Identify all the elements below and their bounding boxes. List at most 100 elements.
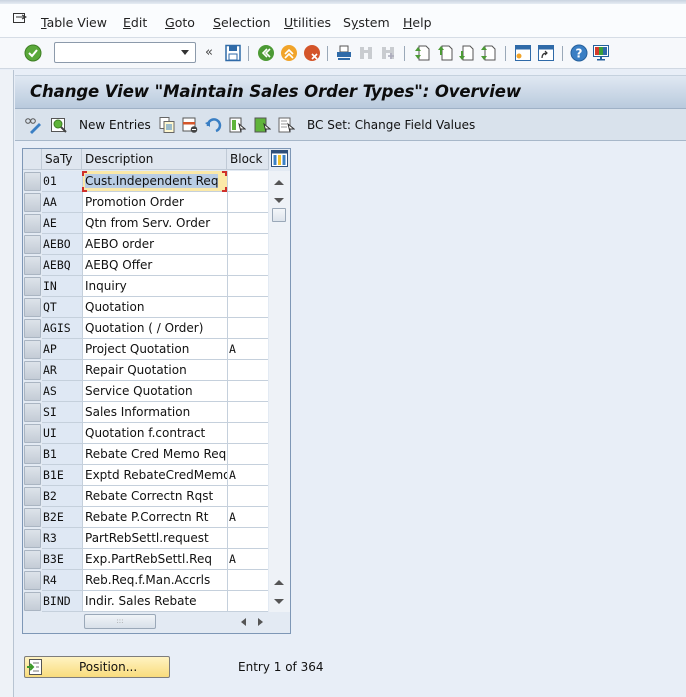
cell-block[interactable]: [227, 171, 268, 192]
cell-description[interactable]: Project Quotation: [82, 339, 227, 360]
menu-goto[interactable]: Goto: [165, 15, 195, 30]
cell-description[interactable]: Quotation ( / Order): [82, 318, 227, 339]
back-icon[interactable]: [257, 44, 275, 62]
cell-description[interactable]: Qtn from Serv. Order: [82, 213, 227, 234]
select-block-icon[interactable]: [253, 116, 271, 134]
select-all-icon[interactable]: [228, 116, 246, 134]
row-selector[interactable]: [24, 298, 41, 317]
cell-saty[interactable]: AS: [42, 381, 82, 402]
column-header-saty[interactable]: SaTy: [42, 149, 82, 170]
cell-saty[interactable]: B1: [42, 444, 82, 465]
cell-saty[interactable]: B3E: [42, 549, 82, 570]
cell-saty[interactable]: R3: [42, 528, 82, 549]
cell-description[interactable]: Quotation: [82, 297, 227, 318]
row-selector[interactable]: [24, 382, 41, 401]
save-icon[interactable]: [224, 44, 242, 62]
column-header-description[interactable]: Description: [82, 149, 227, 170]
cell-description[interactable]: Exp.PartRebSettl.Req: [82, 549, 227, 570]
cell-saty[interactable]: B2E: [42, 507, 82, 528]
cell-block[interactable]: A: [227, 507, 268, 528]
cell-saty[interactable]: 01: [42, 171, 82, 192]
row-selector[interactable]: [24, 172, 41, 191]
horizontal-scrollbar[interactable]: :::: [23, 612, 290, 633]
cell-description[interactable]: Promotion Order: [82, 192, 227, 213]
cell-description[interactable]: Cust.Independent Req: [82, 171, 227, 192]
menu-system[interactable]: System: [343, 15, 390, 30]
undo-change-icon[interactable]: [204, 116, 222, 134]
cell-block[interactable]: A: [227, 465, 268, 486]
row-selector[interactable]: [24, 235, 41, 254]
cell-saty[interactable]: UI: [42, 423, 82, 444]
cell-block[interactable]: [227, 570, 268, 591]
column-header-block[interactable]: Block: [227, 149, 269, 170]
row-selector[interactable]: [24, 193, 41, 212]
cell-description[interactable]: Rebate Cred Memo Req: [82, 444, 227, 465]
cell-block[interactable]: [227, 192, 268, 213]
cell-saty[interactable]: R4: [42, 570, 82, 591]
cancel-icon[interactable]: [303, 44, 321, 62]
new-entries-button[interactable]: New Entries: [79, 118, 151, 132]
collapse-icon[interactable]: «: [205, 45, 213, 60]
cell-block[interactable]: [227, 234, 268, 255]
cell-block[interactable]: [227, 255, 268, 276]
cell-description[interactable]: Rebate Correctn Rqst: [82, 486, 227, 507]
cell-block[interactable]: [227, 360, 268, 381]
cell-description[interactable]: Inquiry: [82, 276, 227, 297]
previous-page-icon[interactable]: [436, 44, 454, 62]
last-page-icon[interactable]: [479, 44, 497, 62]
cell-block[interactable]: A: [227, 549, 268, 570]
cell-saty[interactable]: AE: [42, 213, 82, 234]
row-selector[interactable]: [24, 403, 41, 422]
cell-description[interactable]: AEBQ Offer: [82, 255, 227, 276]
menu-selection[interactable]: Selection: [213, 15, 271, 30]
cell-block[interactable]: [227, 423, 268, 444]
scroll-page-up-icon[interactable]: [274, 580, 284, 585]
exit-icon[interactable]: [280, 44, 298, 62]
row-selector[interactable]: [24, 319, 41, 338]
menu-help[interactable]: Help: [403, 15, 432, 30]
cell-saty[interactable]: IN: [42, 276, 82, 297]
scroll-left-icon[interactable]: [241, 618, 246, 626]
cell-saty[interactable]: AA: [42, 192, 82, 213]
vertical-scroll-thumb[interactable]: [272, 208, 286, 222]
next-page-icon[interactable]: [457, 44, 475, 62]
cell-saty[interactable]: BIND: [42, 591, 82, 612]
row-selector[interactable]: [24, 256, 41, 275]
menu-table-view[interactable]: Table View: [41, 15, 107, 30]
cell-block[interactable]: [227, 486, 268, 507]
display-change-icon[interactable]: [24, 116, 42, 134]
cell-description[interactable]: AEBO order: [82, 234, 227, 255]
print-icon[interactable]: [335, 44, 353, 62]
cell-saty[interactable]: QT: [42, 297, 82, 318]
row-selector[interactable]: [24, 508, 41, 527]
find-next-icon[interactable]: [379, 44, 397, 62]
enter-check-icon[interactable]: [24, 44, 42, 62]
menu-edit[interactable]: Edit: [123, 15, 147, 30]
scroll-up-icon[interactable]: [274, 180, 284, 185]
cell-block[interactable]: [227, 591, 268, 612]
scroll-right-icon[interactable]: [258, 618, 263, 626]
command-input[interactable]: [55, 43, 173, 62]
cell-saty[interactable]: AEBQ: [42, 255, 82, 276]
vertical-scrollbar[interactable]: [269, 171, 290, 612]
help-icon[interactable]: ?: [570, 44, 588, 62]
row-selector[interactable]: [24, 340, 41, 359]
horizontal-scroll-thumb[interactable]: :::: [84, 614, 156, 629]
cell-description[interactable]: PartRebSettl.request: [82, 528, 227, 549]
create-session-icon[interactable]: [514, 44, 532, 62]
details-icon[interactable]: [50, 116, 68, 134]
scroll-page-down-icon[interactable]: [274, 599, 284, 604]
cell-block[interactable]: [227, 381, 268, 402]
cell-saty[interactable]: B1E: [42, 465, 82, 486]
command-field[interactable]: [54, 42, 196, 63]
row-selector[interactable]: [24, 571, 41, 590]
cell-description[interactable]: Rebate P.Correctn Rt: [82, 507, 227, 528]
cell-block[interactable]: [227, 276, 268, 297]
cell-saty[interactable]: B2: [42, 486, 82, 507]
row-selector[interactable]: [24, 487, 41, 506]
cell-description[interactable]: Indir. Sales Rebate: [82, 591, 227, 612]
select-all-header[interactable]: [23, 149, 42, 170]
row-selector[interactable]: [24, 424, 41, 443]
cell-block[interactable]: A: [227, 339, 268, 360]
cell-block[interactable]: [227, 297, 268, 318]
